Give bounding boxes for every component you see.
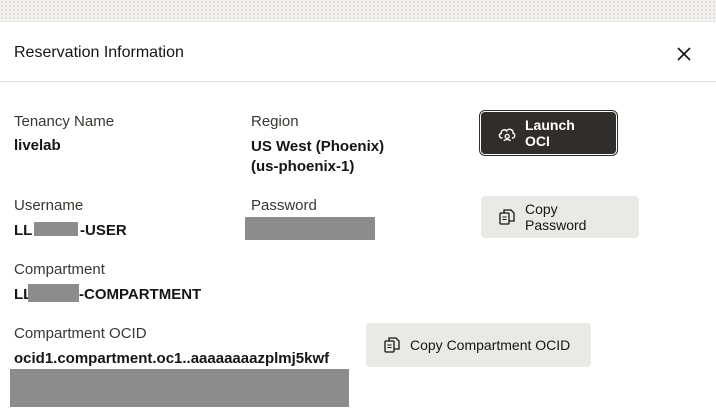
copy-icon	[497, 207, 517, 227]
tenancy-name-value: livelab	[14, 137, 61, 154]
password-redaction	[245, 217, 375, 240]
copy-password-button[interactable]: Copy Password	[481, 196, 639, 238]
cloud-launch-icon	[497, 123, 517, 143]
compartment-ocid-redaction	[10, 369, 349, 407]
compartment-label: Compartment	[14, 261, 105, 278]
compartment-ocid-label: Compartment OCID	[14, 325, 147, 342]
launch-oci-button[interactable]: Launch OCI	[481, 112, 616, 154]
copy-icon	[382, 335, 402, 355]
compartment-suffix: -COMPARTMENT	[79, 286, 202, 303]
compartment-ocid-value: ocid1.compartment.oc1..aaaaaaaazplmj5kwf	[14, 350, 330, 367]
close-icon	[677, 47, 691, 61]
close-button[interactable]	[672, 42, 696, 66]
background-strip	[0, 0, 716, 22]
copy-compartment-ocid-button[interactable]: Copy Compartment OCID	[366, 323, 591, 367]
dialog-title: Reservation Information	[14, 44, 184, 61]
tenancy-name-label: Tenancy Name	[14, 113, 115, 130]
compartment-redaction	[28, 284, 79, 302]
region-label: Region	[251, 113, 299, 130]
username-redaction	[34, 222, 78, 236]
launch-oci-label: Launch OCI	[525, 117, 575, 149]
dialog-header: Reservation Information	[0, 22, 716, 82]
region-value-line1: US West (Phoenix)	[251, 138, 385, 155]
username-suffix: -USER	[80, 222, 127, 239]
copy-password-label: Copy Password	[525, 201, 587, 233]
password-label: Password	[251, 197, 317, 214]
region-value-line2: (us-phoenix-1)	[251, 158, 355, 175]
username-label: Username	[14, 197, 84, 214]
username-prefix: LL	[14, 222, 33, 239]
copy-compartment-ocid-label: Copy Compartment OCID	[410, 337, 571, 353]
